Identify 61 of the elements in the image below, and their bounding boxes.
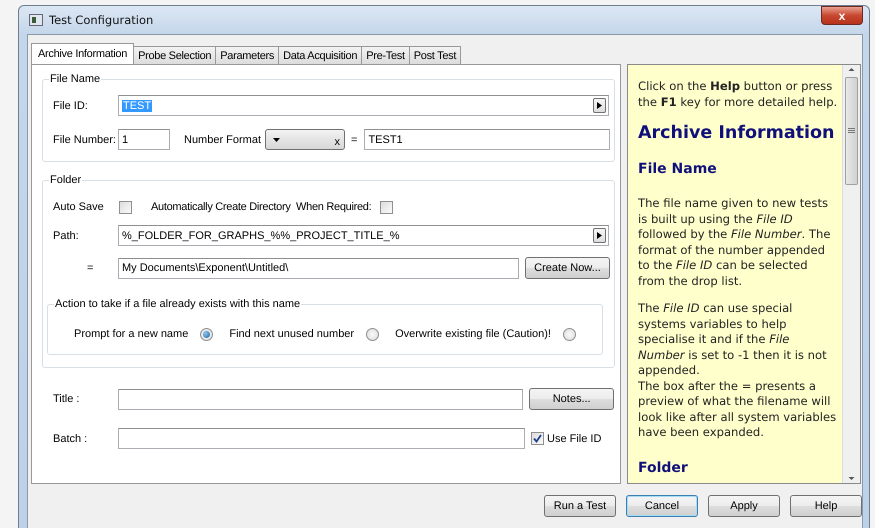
checkbox[interactable] (531, 432, 544, 445)
notes-button[interactable]: Notes... (529, 388, 614, 410)
field-label: File ID: (53, 98, 89, 112)
app-icon (29, 14, 43, 26)
triangle-right-icon (597, 232, 602, 239)
checkbox-label: Automatically Create Directory When Required: (151, 200, 372, 214)
checkbox-label: Auto Save (53, 200, 105, 214)
triangle-right-icon (597, 102, 602, 109)
help-paragraph: The box after the = presents a preview of what the filename will look like after all system variables have been expanded. (638, 378, 838, 440)
caret-down-icon (273, 138, 280, 142)
checkbox[interactable] (380, 200, 394, 214)
radio-button[interactable] (200, 328, 214, 340)
text-field[interactable] (118, 388, 524, 410)
close-button[interactable]: x (821, 6, 863, 25)
help-paragraph: The File ID can use special systems variables to help specialise it and if the File Number is set to -1 then it is not appended. (638, 301, 828, 378)
field-label: File Number: (53, 132, 117, 146)
radio-label: Find next unused number (229, 327, 354, 341)
radio-label: Overwrite existing file (Caution)! (395, 327, 551, 341)
field-label: Title : (53, 392, 80, 406)
scroll-down-icon (847, 474, 856, 483)
text-field[interactable]: %_FOLDER_FOR_GRAPHS_%%_PROJECT_TITLE_% (118, 225, 609, 246)
dialog-button[interactable]: Help (790, 495, 862, 517)
help-subheading: File Name (638, 160, 718, 178)
help-heading: Archive Information (638, 122, 836, 144)
check-icon (533, 434, 542, 443)
equals-sign: = (351, 132, 358, 146)
create-now-button[interactable]: Create Now... (525, 257, 610, 279)
equals-sign: = (87, 261, 94, 275)
dialog-button[interactable]: Cancel (626, 495, 698, 517)
field-label: Batch : (53, 432, 88, 446)
radio-label: Prompt for a new name (74, 327, 188, 341)
scrollbar-thumb[interactable] (845, 77, 858, 185)
grip-icon (848, 128, 855, 134)
field-label: Number Format (184, 132, 262, 146)
browse-button[interactable] (593, 98, 606, 113)
scrollbar[interactable] (842, 65, 860, 483)
help-paragraph: The file name given to new tests is built up using the File ID followed by the File Number. The format of the number appended to the File ID can be selected from the drop list. (638, 196, 832, 289)
checkbox-label: Use File ID (547, 432, 602, 446)
tab[interactable]: Post Test (408, 46, 462, 64)
dialog-button[interactable]: Apply (708, 495, 780, 517)
window-title: Test Configuration (49, 13, 154, 27)
dropdown[interactable]: x (265, 129, 345, 150)
group-legend: Action to take if a file already exists with this name (54, 297, 302, 311)
radio-button[interactable] (366, 328, 380, 340)
field-label: Path: (53, 228, 80, 242)
scroll-up-icon (847, 65, 856, 74)
tab[interactable]: Pre-Test (361, 46, 410, 64)
text-field[interactable] (118, 428, 525, 449)
dialog-button[interactable]: Run a Test (544, 495, 616, 517)
help-paragraph: Click on the Help button or press the F1 key for more detailed help. (638, 79, 838, 110)
radio-button[interactable] (562, 328, 576, 340)
text-field[interactable]: 1 (118, 129, 170, 150)
checkbox[interactable] (119, 200, 132, 214)
text-field[interactable]: My Documents\Exponent\Untitled\ (118, 258, 519, 278)
help-subheading: Folder (638, 458, 689, 476)
text-field[interactable]: TEST1 (364, 129, 610, 150)
browse-button[interactable] (593, 228, 606, 243)
tab[interactable]: Archive Information (31, 43, 134, 64)
tab[interactable]: Parameters (215, 46, 280, 64)
tab[interactable]: Probe Selection (133, 46, 216, 64)
tab[interactable]: Data Acquisition (278, 46, 362, 64)
